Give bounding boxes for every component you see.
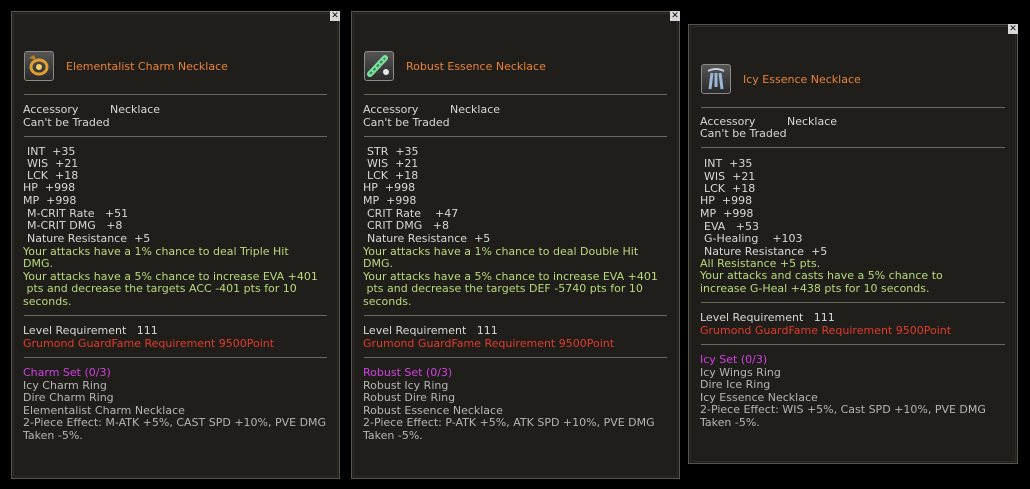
effect-line: DMG. bbox=[23, 257, 53, 270]
effect-line: increase G-Heal +438 pts for 10 seconds. bbox=[700, 282, 930, 295]
divider bbox=[24, 315, 327, 316]
stat-line: MP +998 bbox=[700, 207, 754, 220]
divider bbox=[24, 357, 327, 358]
close-icon[interactable]: ✕ bbox=[330, 11, 340, 21]
item-title: Elementalist Charm Necklace bbox=[66, 60, 228, 73]
stat-line: Nature Resistance +5 bbox=[27, 232, 151, 245]
stat-line: HP +998 bbox=[700, 194, 753, 207]
level-requirement: Level Requirement 111 bbox=[700, 311, 835, 324]
effect-line: pts and decrease the targets DEF -5740 p… bbox=[363, 282, 643, 295]
tooltip-icy-essence-necklace: ✕ Icy Essence Necklace Accessory Necklac… bbox=[688, 24, 1018, 464]
effect-line: Your attacks have a 1% chance to deal Do… bbox=[363, 245, 639, 258]
stat-line: INT +35 bbox=[704, 157, 753, 170]
stat-line: HP +998 bbox=[363, 181, 416, 194]
set-name: Robust Set (0/3) bbox=[363, 366, 453, 379]
effect-line: pts and decrease the targets ACC -401 pt… bbox=[23, 282, 297, 295]
effect-line: Your attacks have a 1% chance to deal Tr… bbox=[23, 245, 289, 258]
divider bbox=[701, 147, 1005, 148]
stat-line: G-Healing +103 bbox=[704, 232, 803, 245]
divider bbox=[364, 357, 667, 358]
set-effect: Taken -5%. bbox=[363, 429, 423, 442]
effect-line: Your attacks and casts have a 5% chance … bbox=[700, 269, 943, 282]
divider bbox=[701, 107, 1005, 108]
item-type-label: Accessory bbox=[363, 103, 419, 116]
set-item: Dire Ice Ring bbox=[700, 378, 771, 391]
set-effect: 2-Piece Effect: M-ATK +5%, CAST SPD +10%… bbox=[23, 416, 327, 429]
stat-line: CRIT DMG +8 bbox=[367, 219, 449, 232]
tooltip-robust-essence-necklace: ✕ Robust Essence Necklace Accessory Neck… bbox=[351, 11, 680, 479]
effect-line: seconds. bbox=[23, 295, 72, 308]
fame-requirement: Grumond GuardFame Requirement 9500Point bbox=[700, 324, 952, 337]
stat-line: HP +998 bbox=[23, 181, 76, 194]
divider bbox=[701, 344, 1005, 345]
item-type-value: Necklace bbox=[110, 103, 161, 116]
stat-line: M-CRIT DMG +8 bbox=[27, 219, 123, 232]
stat-line: MP +998 bbox=[23, 194, 77, 207]
icy-necklace-icon bbox=[701, 64, 731, 94]
stat-line: MP +998 bbox=[363, 194, 417, 207]
set-name: Charm Set (0/3) bbox=[23, 366, 111, 379]
item-title: Robust Essence Necklace bbox=[406, 60, 546, 73]
item-title: Icy Essence Necklace bbox=[743, 73, 861, 86]
item-type-label: Accessory bbox=[23, 103, 79, 116]
set-name: Icy Set (0/3) bbox=[700, 353, 768, 366]
set-item: Dire Charm Ring bbox=[23, 391, 114, 404]
set-item: Robust Dire Ring bbox=[363, 391, 456, 404]
set-effect: Taken -5%. bbox=[700, 416, 760, 429]
level-requirement: Level Requirement 111 bbox=[363, 324, 498, 337]
set-effect: 2-Piece Effect: WIS +5%, Cast SPD +10%, … bbox=[700, 403, 986, 416]
effect-line: seconds. bbox=[363, 295, 412, 308]
trade-status: Can't be Traded bbox=[23, 116, 110, 129]
set-effect: Taken -5%. bbox=[23, 429, 83, 442]
essence-necklace-icon bbox=[364, 51, 394, 81]
fame-requirement: Grumond GuardFame Requirement 9500Point bbox=[363, 337, 615, 350]
divider bbox=[24, 136, 327, 137]
set-effect: 2-Piece Effect: P-ATK +5%, ATK SPD +10%,… bbox=[363, 416, 655, 429]
divider bbox=[364, 94, 667, 95]
divider bbox=[364, 136, 667, 137]
item-type-value: Necklace bbox=[787, 115, 838, 128]
tooltip-elementalist-charm-necklace: ✕ Elementalist Charm Necklace Accessory … bbox=[11, 11, 340, 479]
divider bbox=[24, 94, 327, 95]
trade-status: Can't be Traded bbox=[363, 116, 450, 129]
trade-status: Can't be Traded bbox=[700, 127, 787, 140]
item-type-value: Necklace bbox=[450, 103, 501, 116]
effect-line: DMG. bbox=[363, 257, 393, 270]
fame-requirement: Grumond GuardFame Requirement 9500Point bbox=[23, 337, 275, 350]
stat-line: Nature Resistance +5 bbox=[367, 232, 491, 245]
close-icon[interactable]: ✕ bbox=[670, 11, 680, 21]
divider bbox=[364, 315, 667, 316]
divider bbox=[701, 302, 1005, 303]
charm-necklace-icon bbox=[24, 51, 54, 81]
close-icon[interactable]: ✕ bbox=[1008, 24, 1018, 34]
level-requirement: Level Requirement 111 bbox=[23, 324, 158, 337]
